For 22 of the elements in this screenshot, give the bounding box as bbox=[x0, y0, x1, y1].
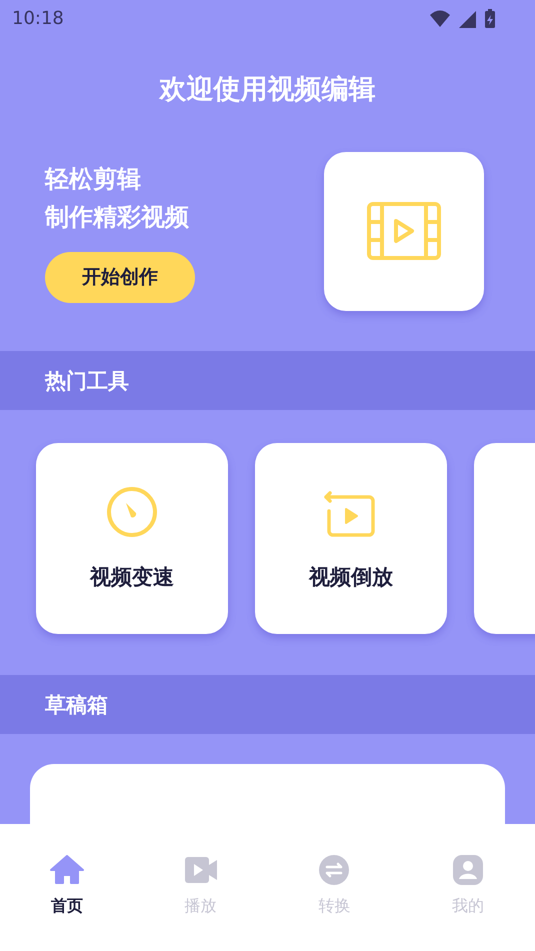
signal-icon bbox=[459, 10, 477, 28]
wifi-icon bbox=[429, 8, 451, 28]
tagline: 轻松剪辑 bbox=[45, 164, 141, 194]
user-icon bbox=[453, 854, 484, 886]
tool-card[interactable]: 视频倒放 bbox=[255, 443, 447, 634]
page-title: 欢迎使用视频编辑 bbox=[158, 73, 376, 107]
tool-label: 视频倒放 bbox=[309, 564, 393, 591]
status-time: 10:18 bbox=[12, 8, 64, 28]
tool-label: 视频变速 bbox=[90, 564, 174, 591]
swap-icon bbox=[319, 854, 350, 886]
video-card[interactable] bbox=[324, 152, 484, 310]
home-icon bbox=[50, 854, 84, 886]
section-heading: 热门工具 bbox=[0, 351, 535, 410]
section-heading: 草稿箱 bbox=[0, 675, 535, 734]
start-button[interactable]: 开始创作 bbox=[45, 252, 195, 302]
speedometer-icon bbox=[106, 485, 158, 539]
nav-tab[interactable]: 首页 bbox=[0, 854, 134, 951]
battery-icon bbox=[485, 9, 495, 28]
film-play-icon bbox=[367, 202, 441, 260]
tagline: 制作精彩视频 bbox=[45, 202, 189, 232]
video-camera-icon bbox=[184, 854, 217, 886]
tool-card[interactable]: 视频变速 bbox=[36, 443, 228, 634]
